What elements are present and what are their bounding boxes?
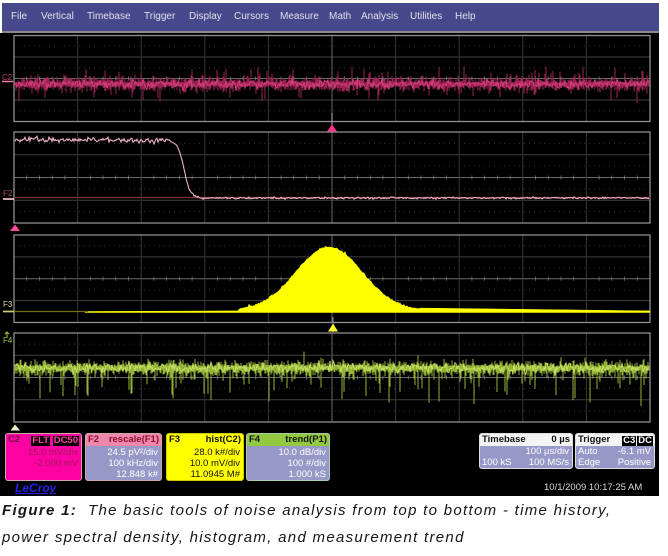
svg-text:F2: F2 [3,189,13,198]
svg-text:C2: C2 [2,73,13,82]
svg-text:F4: F4 [3,336,13,345]
svg-text:F3: F3 [3,300,13,309]
